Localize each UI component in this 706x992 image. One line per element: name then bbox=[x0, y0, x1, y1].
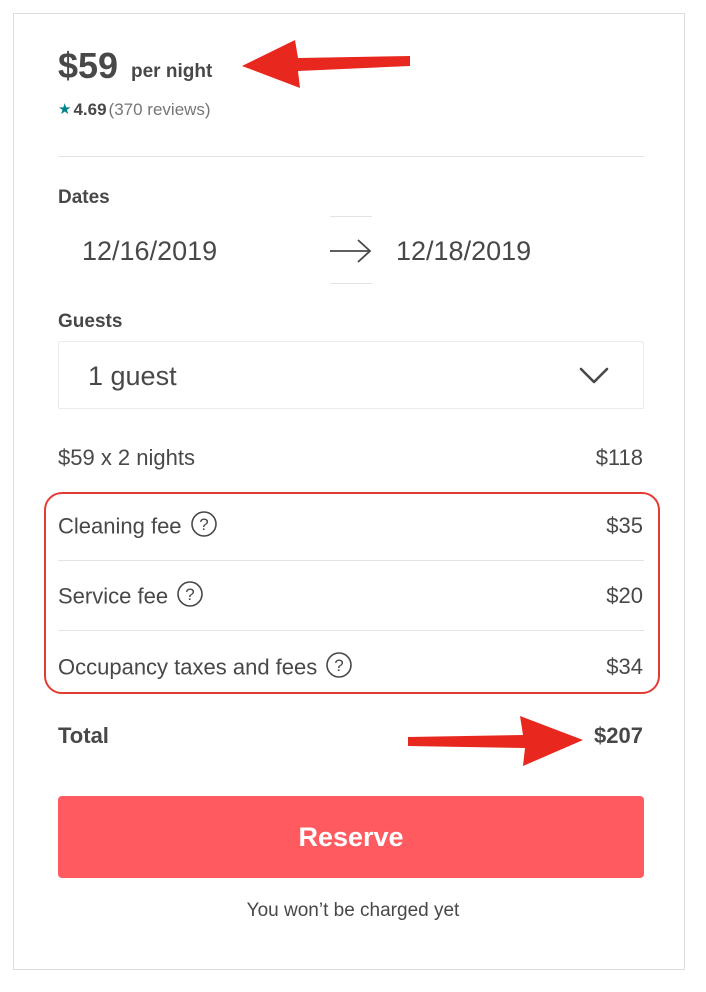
svg-text:?: ? bbox=[199, 515, 208, 534]
help-icon[interactable]: ? bbox=[176, 580, 204, 615]
price-unit: per night bbox=[131, 61, 213, 82]
divider bbox=[58, 630, 644, 631]
service-fee-amount: $20 bbox=[606, 583, 643, 608]
chevron-down-icon bbox=[579, 367, 609, 384]
cleaning-fee-label: Cleaning fee bbox=[58, 513, 182, 539]
rating-score: 4.69 bbox=[73, 100, 107, 119]
check-in-date[interactable]: 12/16/2019 bbox=[82, 234, 217, 268]
nights-label: $59 x 2 nights bbox=[58, 445, 195, 470]
occupancy-taxes-row: Occupancy taxes and fees? bbox=[58, 651, 353, 686]
guests-value: 1 guest bbox=[88, 361, 177, 391]
divider bbox=[58, 560, 644, 561]
occupancy-taxes-label: Occupancy taxes and fees bbox=[58, 654, 318, 680]
svg-text:?: ? bbox=[335, 656, 344, 675]
total-amount: $207 bbox=[594, 723, 643, 748]
star-icon: ★ bbox=[58, 101, 72, 118]
occupancy-taxes-amount: $34 bbox=[606, 654, 643, 679]
guests-select[interactable]: 1 guest bbox=[58, 341, 644, 409]
dates-label: Dates bbox=[58, 187, 110, 208]
help-icon[interactable]: ? bbox=[325, 651, 353, 686]
arrow-right-icon bbox=[330, 239, 372, 263]
price-amount: $59 bbox=[58, 45, 119, 86]
service-fee-label: Service fee bbox=[58, 583, 169, 609]
svg-text:?: ? bbox=[185, 585, 194, 604]
check-out-date[interactable]: 12/18/2019 bbox=[396, 234, 531, 268]
cleaning-fee-amount: $35 bbox=[606, 513, 643, 538]
divider bbox=[58, 156, 644, 157]
date-range-arrow bbox=[330, 216, 372, 284]
reserve-button[interactable]: Reserve bbox=[58, 796, 644, 878]
review-count-link[interactable]: (370 reviews) bbox=[109, 99, 211, 121]
service-fee-row: Service fee? bbox=[58, 580, 204, 615]
no-charge-note: You won’t be charged yet bbox=[246, 900, 460, 921]
total-label: Total bbox=[58, 723, 109, 748]
guests-label: Guests bbox=[58, 311, 123, 332]
cleaning-fee-row: Cleaning fee? bbox=[58, 510, 218, 545]
help-icon[interactable]: ? bbox=[190, 510, 218, 545]
nights-amount: $118 bbox=[595, 445, 643, 470]
rating: ★ 4.69 (370 reviews) bbox=[58, 99, 211, 121]
